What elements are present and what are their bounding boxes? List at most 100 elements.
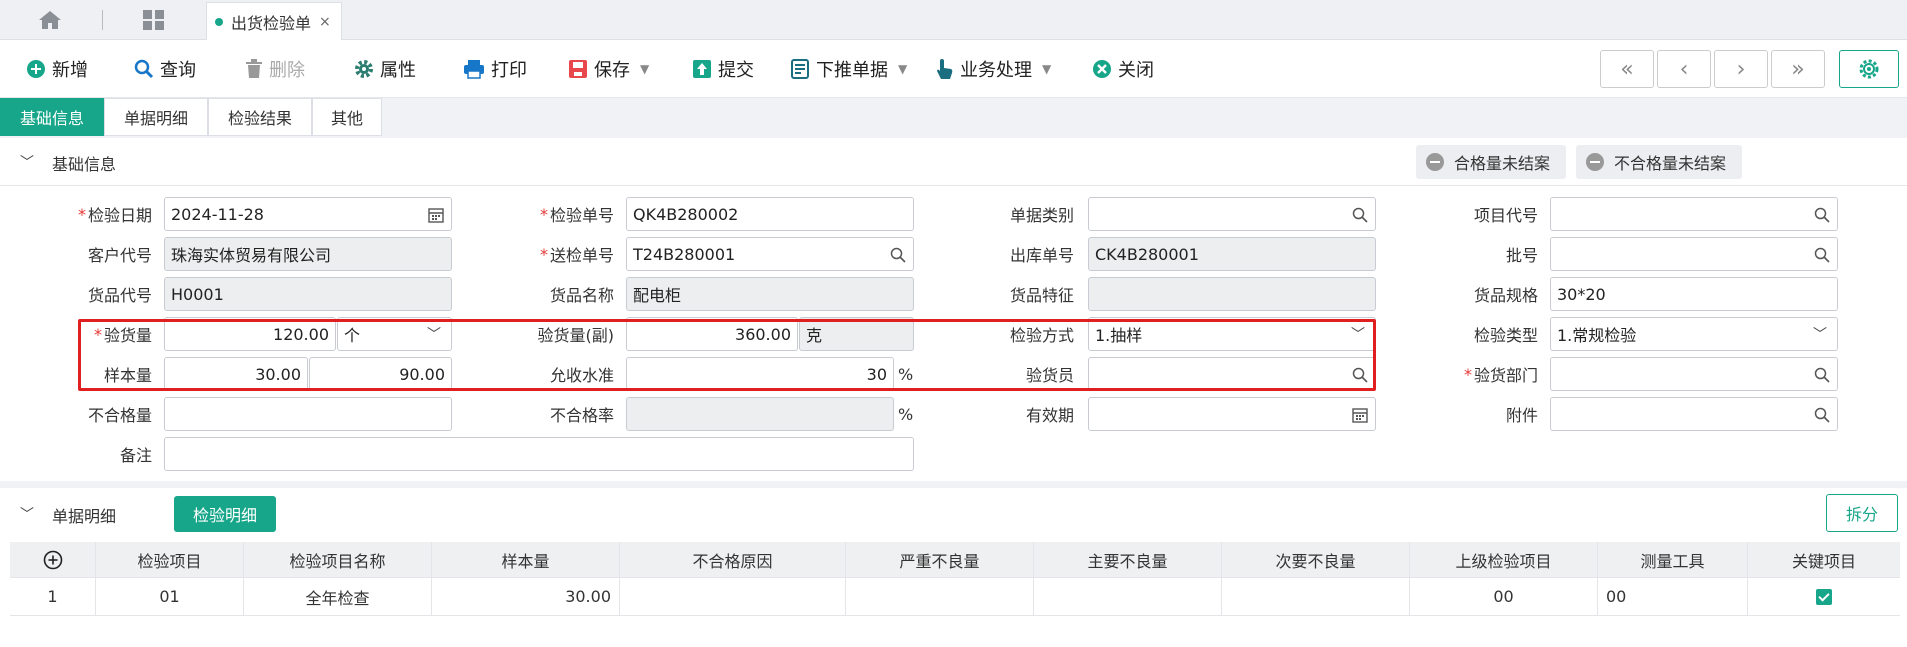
- cell-item-name[interactable]: 全年检查: [244, 578, 432, 615]
- push-down-label: 下推单据: [816, 60, 888, 81]
- col-header[interactable]: 主要不良量: [1034, 542, 1222, 577]
- split-button[interactable]: 拆分: [1826, 494, 1898, 532]
- cell-severe[interactable]: [846, 578, 1034, 615]
- new-button[interactable]: 新增: [26, 56, 88, 82]
- valid-period-field[interactable]: [1088, 397, 1376, 431]
- inspect-date-field[interactable]: 2024-11-28: [164, 197, 452, 231]
- remark-field[interactable]: [164, 437, 914, 471]
- status-badge-reject: 不合格量未结案: [1576, 145, 1743, 179]
- cell-minor[interactable]: [1222, 578, 1410, 615]
- apps-grid-icon[interactable]: [142, 9, 166, 31]
- col-header[interactable]: 严重不良量: [846, 542, 1034, 577]
- doc-type-field[interactable]: [1088, 197, 1376, 231]
- inspect-qty-sub-field[interactable]: 360.00: [626, 317, 798, 351]
- col-header[interactable]: 不合格原因: [620, 542, 846, 577]
- search-icon[interactable]: [1814, 207, 1830, 223]
- cell-parent[interactable]: 00: [1410, 578, 1598, 615]
- tab-doc-detail[interactable]: 单据明细: [104, 98, 208, 136]
- gear-icon: [1859, 59, 1879, 79]
- tab-inspection-detail[interactable]: 检验明细: [174, 496, 276, 532]
- chevron-down-icon: ﹀: [427, 327, 441, 343]
- col-header[interactable]: 测量工具: [1598, 542, 1748, 577]
- tab-other[interactable]: 其他: [312, 98, 382, 136]
- sample-qty-sub-field[interactable]: 90.00: [309, 357, 452, 391]
- inspect-no-field[interactable]: QK4B280002: [626, 197, 914, 231]
- collapse-caret-icon[interactable]: ﹀: [20, 152, 34, 172]
- calendar-icon[interactable]: [428, 207, 444, 223]
- last-record-button[interactable]: »: [1771, 50, 1825, 88]
- collapse-caret-icon[interactable]: ﹀: [20, 504, 34, 524]
- delete-button[interactable]: 删除: [245, 56, 305, 82]
- save-label: 保存: [594, 60, 630, 81]
- search-icon[interactable]: [1352, 207, 1368, 223]
- reject-qty-field[interactable]: [164, 397, 452, 431]
- inspect-method-select[interactable]: 1.抽样 ﹀: [1088, 317, 1376, 351]
- search-icon[interactable]: [1814, 407, 1830, 423]
- cell-item[interactable]: 01: [96, 578, 244, 615]
- cell-major[interactable]: [1034, 578, 1222, 615]
- attachment-field[interactable]: [1550, 397, 1838, 431]
- settings-button[interactable]: [1839, 50, 1899, 88]
- tab-inspection-result[interactable]: 检验结果: [208, 98, 312, 136]
- col-header[interactable]: 检验项目名称: [244, 542, 432, 577]
- item-name-label: 货品名称: [549, 286, 614, 305]
- reject-rate-label: 不合格率: [549, 406, 614, 425]
- properties-button[interactable]: 属性: [354, 56, 416, 82]
- business-button[interactable]: 业务处理 ▼: [936, 56, 1051, 82]
- search-icon[interactable]: [1352, 367, 1368, 383]
- col-header[interactable]: 关键项目: [1748, 542, 1900, 577]
- inspector-label: 验货员: [1025, 366, 1074, 385]
- table-header: 检验项目 检验项目名称 样本量 不合格原因 严重不良量 主要不良量 次要不良量 …: [10, 542, 1900, 578]
- checkbox-checked-icon[interactable]: [1816, 588, 1832, 605]
- close-label: 关闭: [1118, 60, 1154, 81]
- section-header: ﹀ 基础信息 合格量未结案 不合格量未结案: [0, 138, 1907, 186]
- prev-record-button[interactable]: ‹: [1657, 50, 1711, 88]
- sample-qty-field[interactable]: 30.00: [164, 357, 308, 391]
- inspect-type-select[interactable]: 1.常规检验 ﹀: [1550, 317, 1838, 351]
- section-title: 基础信息: [52, 155, 117, 174]
- tab-basic-info[interactable]: 基础信息: [0, 98, 104, 136]
- inspect-qty-field[interactable]: 120.00: [164, 317, 336, 351]
- search-icon: [134, 59, 154, 79]
- chevron-down-icon[interactable]: ▼: [1042, 62, 1051, 76]
- add-row-button[interactable]: [10, 542, 96, 577]
- chevron-down-icon[interactable]: ▼: [640, 62, 649, 76]
- col-header[interactable]: 次要不良量: [1222, 542, 1410, 577]
- item-spec-field[interactable]: 30*20: [1550, 277, 1838, 311]
- basic-info-panel: ﹀ 基础信息 合格量未结案 不合格量未结案 * 检验日期 2024-11-28 *…: [0, 138, 1907, 481]
- col-header[interactable]: 检验项目: [96, 542, 244, 577]
- customer-code-label: 客户代号: [87, 246, 152, 265]
- inspect-qty-unit-select[interactable]: 个 ﹀: [337, 317, 452, 351]
- home-icon[interactable]: [38, 10, 62, 30]
- col-header[interactable]: 上级检验项目: [1410, 542, 1598, 577]
- save-button[interactable]: 保存 ▼: [568, 56, 649, 82]
- print-button[interactable]: 打印: [463, 56, 527, 82]
- query-label: 查询: [160, 60, 196, 81]
- tab-outbound-inspection[interactable]: 出货检验单 ×: [206, 2, 342, 40]
- close-tab-icon[interactable]: ×: [319, 14, 331, 30]
- search-icon[interactable]: [1814, 247, 1830, 263]
- inspect-dept-field[interactable]: [1550, 357, 1838, 391]
- search-icon[interactable]: [1814, 367, 1830, 383]
- cell-key[interactable]: [1748, 578, 1900, 615]
- cell-reason[interactable]: [620, 578, 846, 615]
- query-button[interactable]: 查询: [134, 56, 196, 82]
- cell-sample[interactable]: 30.00: [432, 578, 620, 615]
- batch-no-field[interactable]: [1550, 237, 1838, 271]
- next-record-button[interactable]: ›: [1714, 50, 1768, 88]
- submit-button[interactable]: 提交: [692, 56, 754, 82]
- calendar-icon[interactable]: [1352, 407, 1368, 423]
- project-code-field[interactable]: [1550, 197, 1838, 231]
- inspect-no-label: * 检验单号: [539, 204, 614, 226]
- search-icon[interactable]: [890, 247, 906, 263]
- accept-level-field[interactable]: 30: [626, 357, 894, 391]
- close-button[interactable]: 关闭: [1092, 56, 1154, 82]
- inspector-field[interactable]: [1088, 357, 1376, 391]
- push-down-button[interactable]: 下推单据 ▼: [790, 56, 907, 82]
- submit-no-field[interactable]: T24B280001: [626, 237, 914, 271]
- chevron-down-icon[interactable]: ▼: [898, 62, 907, 76]
- table-row[interactable]: 1 01 全年检查 30.00 00 00: [10, 578, 1900, 616]
- col-header[interactable]: 样本量: [432, 542, 620, 577]
- first-record-button[interactable]: «: [1600, 50, 1654, 88]
- cell-tool[interactable]: 00: [1598, 578, 1748, 615]
